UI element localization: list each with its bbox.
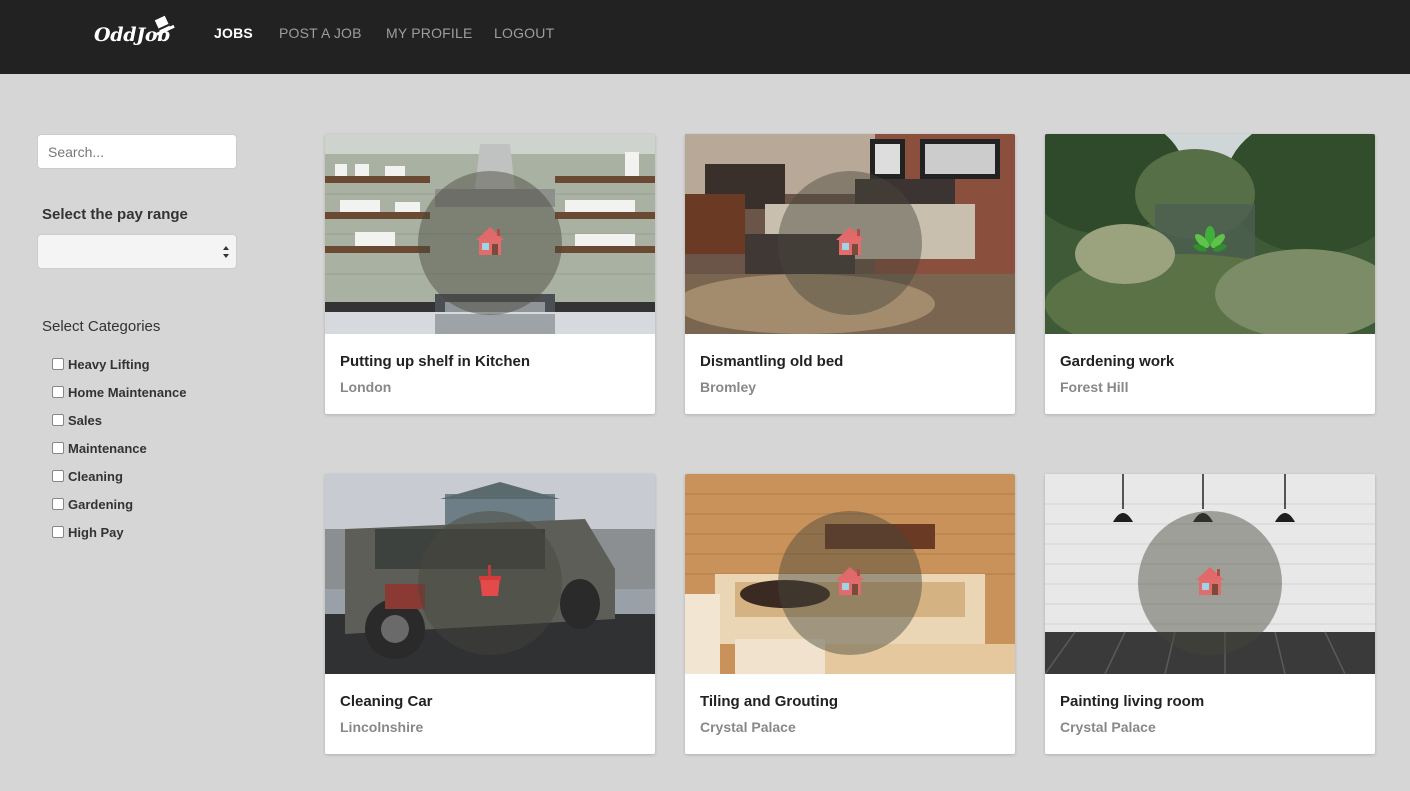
nav-my-profile[interactable]: MY PROFILE: [386, 25, 473, 41]
job-card[interactable]: Gardening work Forest Hill: [1045, 134, 1375, 414]
checkbox[interactable]: [52, 358, 64, 370]
pay-range-label: Select the pay range: [42, 206, 188, 223]
category-sales[interactable]: Sales: [52, 406, 186, 434]
job-title[interactable]: Tiling and Grouting: [700, 693, 838, 710]
job-image-bathroom: [685, 474, 1015, 674]
category-label: Cleaning: [68, 468, 123, 484]
categories-label: Select Categories: [42, 318, 161, 335]
category-label: Maintenance: [68, 440, 147, 456]
category-label: Sales: [68, 412, 102, 428]
category-maintenance[interactable]: Maintenance: [52, 434, 186, 462]
select-arrows-icon: [223, 246, 229, 258]
category-label: Home Maintenance: [68, 384, 187, 400]
category-label: Heavy Lifting: [68, 356, 150, 372]
search-input[interactable]: [37, 134, 237, 169]
category-heavy-lifting[interactable]: Heavy Lifting: [52, 350, 186, 378]
category-gardening[interactable]: Gardening: [52, 490, 186, 518]
pay-range-select[interactable]: [37, 234, 237, 269]
category-cleaning[interactable]: Cleaning: [52, 462, 186, 490]
nav-jobs[interactable]: JOBS: [214, 25, 253, 41]
job-title[interactable]: Gardening work: [1060, 353, 1174, 370]
house-icon: [1196, 567, 1224, 595]
job-location: London: [340, 379, 392, 395]
job-location: Forest Hill: [1060, 379, 1129, 395]
bucket-icon: [479, 565, 501, 596]
checkbox[interactable]: [52, 414, 64, 426]
hat-icon: [154, 15, 175, 36]
job-card[interactable]: Painting living room Crystal Palace: [1045, 474, 1375, 754]
job-image-bedroom: [685, 134, 1015, 334]
checkbox[interactable]: [52, 470, 64, 482]
nav-post-a-job[interactable]: POST A JOB: [279, 25, 362, 41]
top-navbar: OddJob JOBS POST A JOB MY PROFILE LOGOUT: [0, 0, 1410, 74]
job-location: Crystal Palace: [700, 719, 796, 735]
job-card[interactable]: Cleaning Car Lincolnshire: [325, 474, 655, 754]
category-home-maintenance[interactable]: Home Maintenance: [52, 378, 186, 406]
category-high-pay[interactable]: High Pay: [52, 518, 186, 546]
house-icon: [836, 567, 864, 595]
checkbox[interactable]: [52, 526, 64, 538]
job-card[interactable]: Tiling and Grouting Crystal Palace: [685, 474, 1015, 754]
job-image-car: [325, 474, 655, 674]
job-image-kitchen: [325, 134, 655, 334]
job-card[interactable]: Dismantling old bed Bromley: [685, 134, 1015, 414]
house-icon: [836, 227, 864, 255]
job-image-brick-room: [1045, 474, 1375, 674]
category-label: Gardening: [68, 496, 134, 512]
job-image-garden: [1045, 134, 1375, 334]
job-location: Bromley: [700, 379, 757, 395]
job-location: Lincolnshire: [340, 719, 424, 735]
category-label: High Pay: [68, 524, 124, 540]
checkbox[interactable]: [52, 442, 64, 454]
job-title[interactable]: Dismantling old bed: [700, 353, 843, 370]
category-list: Heavy Lifting Home Maintenance Sales Mai…: [52, 350, 186, 546]
checkbox[interactable]: [52, 386, 64, 398]
job-card[interactable]: Putting up shelf in Kitchen London: [325, 134, 655, 414]
job-title[interactable]: Cleaning Car: [340, 693, 433, 710]
job-location: Crystal Palace: [1060, 719, 1156, 735]
job-title[interactable]: Putting up shelf in Kitchen: [340, 353, 530, 370]
nav-logout[interactable]: LOGOUT: [494, 25, 554, 41]
checkbox[interactable]: [52, 498, 64, 510]
job-title[interactable]: Painting living room: [1060, 693, 1204, 710]
leaf-icon: [1193, 226, 1227, 252]
house-icon: [476, 227, 504, 255]
